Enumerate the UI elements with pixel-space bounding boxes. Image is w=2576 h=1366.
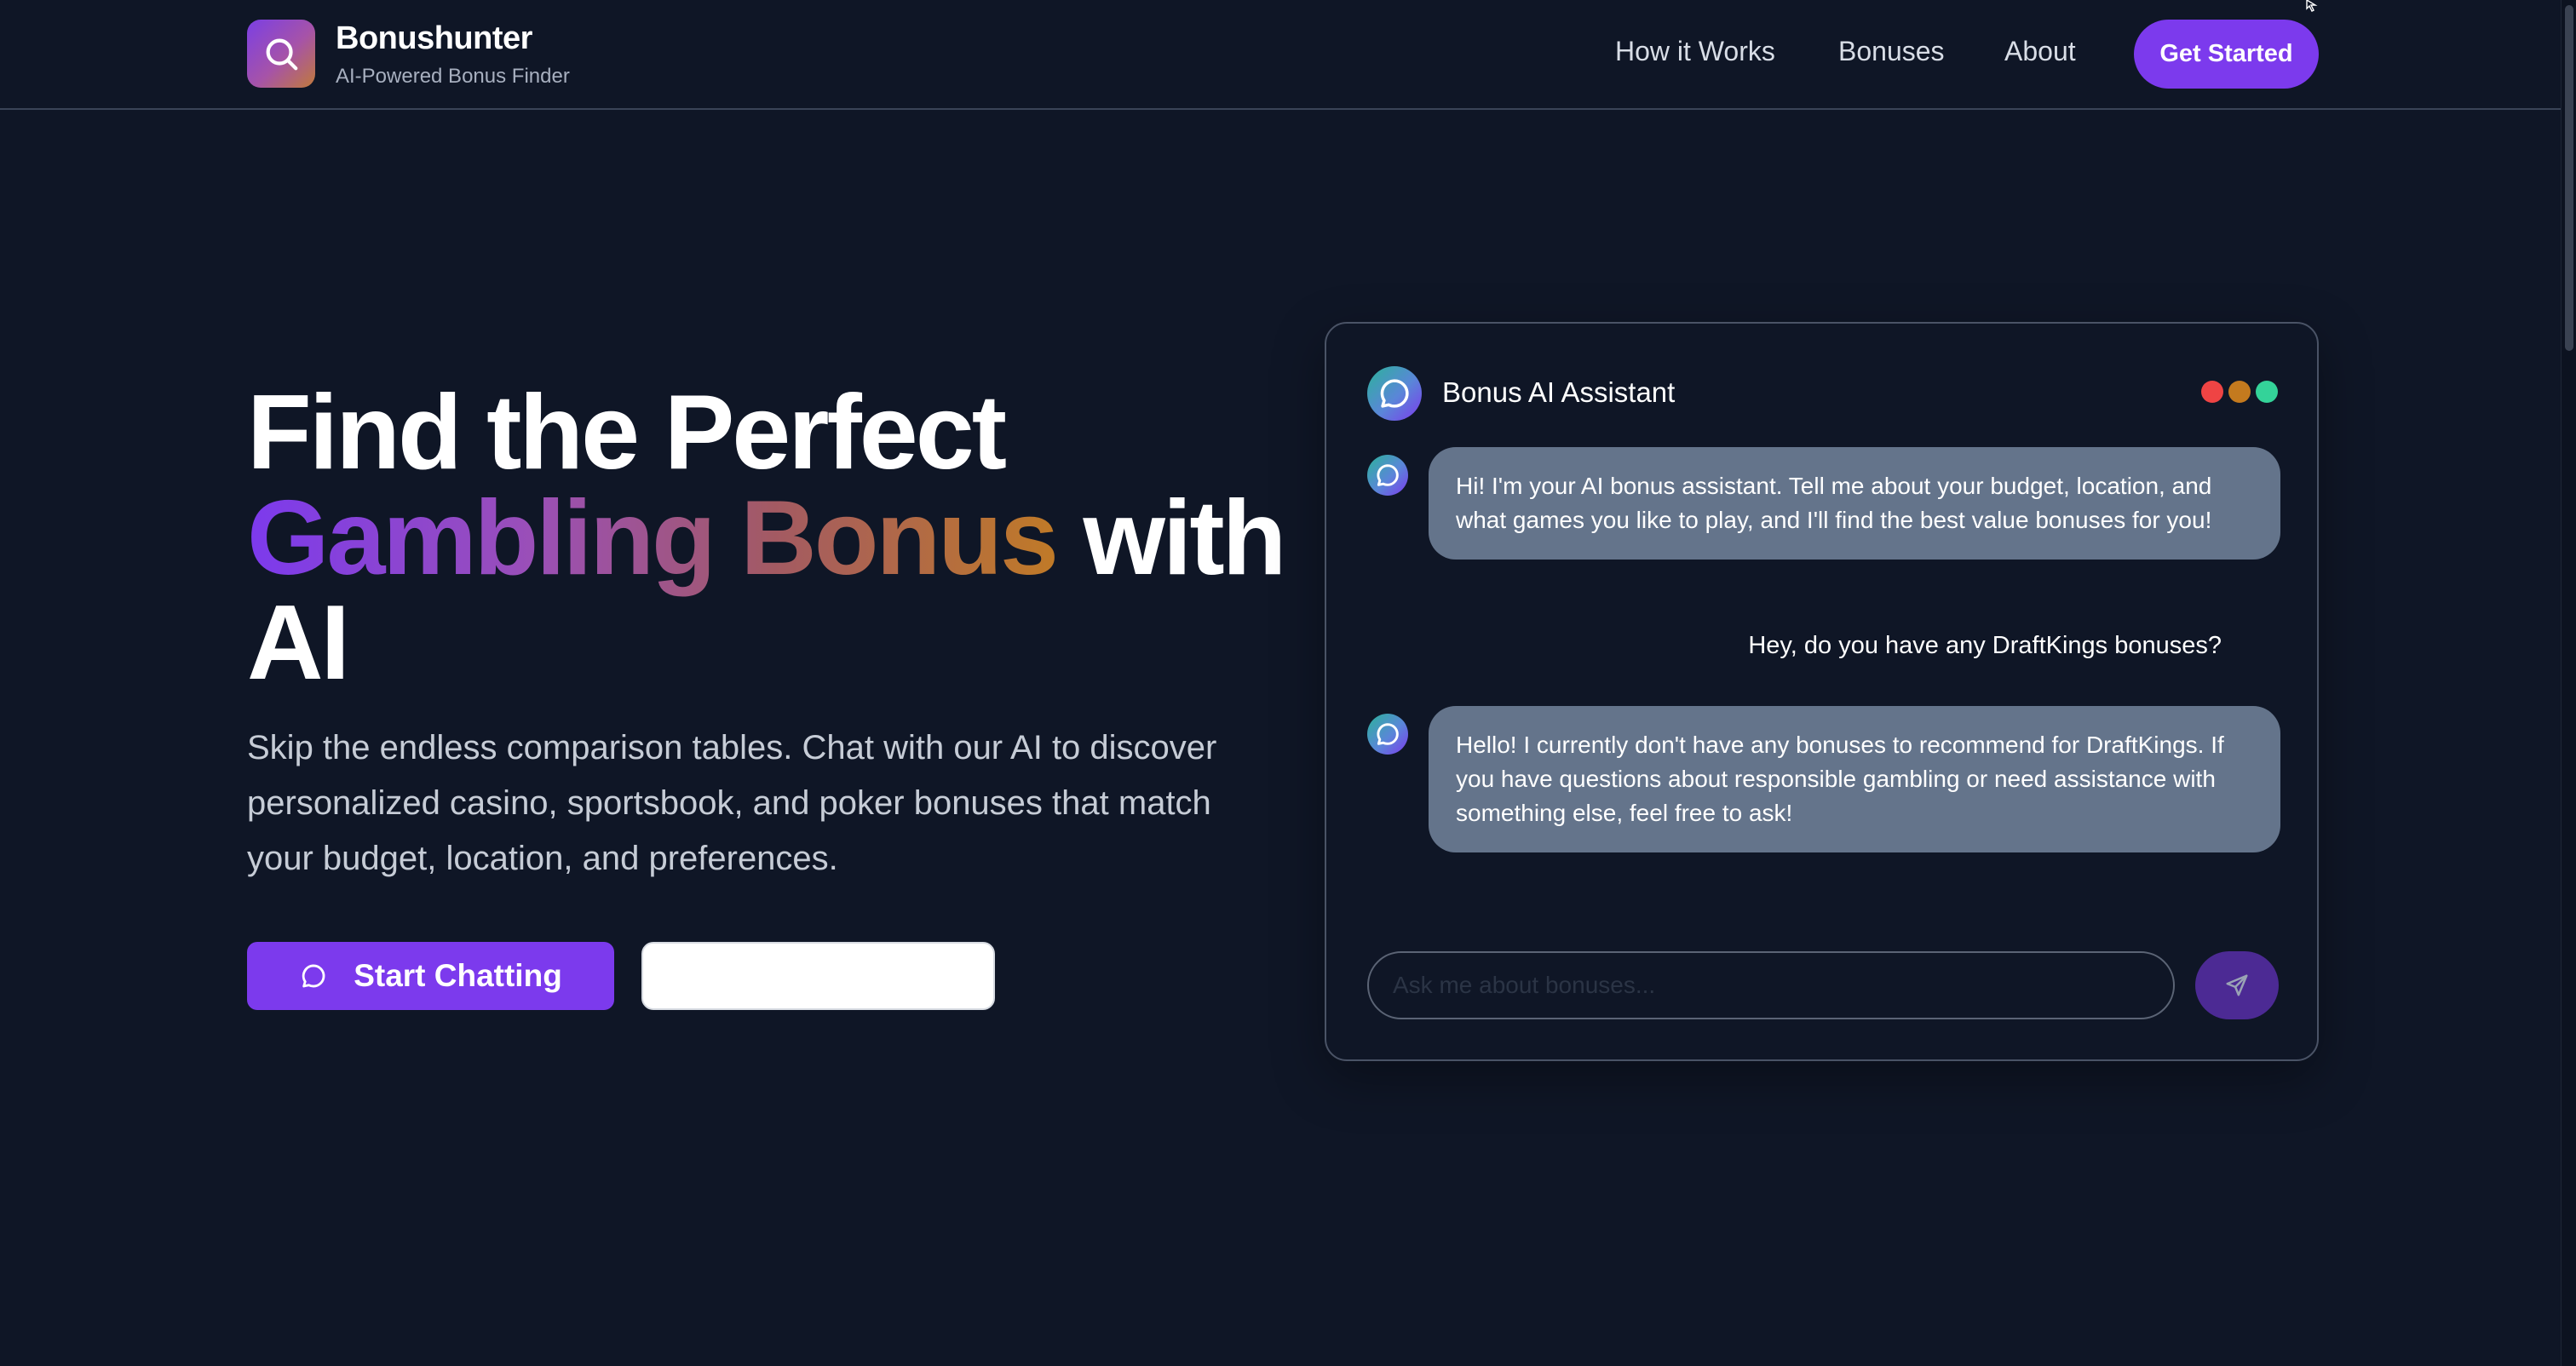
nav-bonuses[interactable]: Bonuses — [1838, 36, 1945, 67]
bot-message-avatar — [1367, 714, 1408, 755]
user-message: Hey, do you have any DraftKings bonuses? — [1748, 632, 2222, 659]
send-button[interactable] — [2195, 951, 2279, 1019]
start-chatting-button[interactable]: Start Chatting — [247, 942, 614, 1010]
chat-bubble-icon — [302, 964, 325, 988]
nav-how-it-works[interactable]: How it Works — [1615, 36, 1775, 67]
logo[interactable] — [247, 20, 315, 88]
send-icon — [2226, 974, 2248, 996]
window-dot-amber — [2228, 381, 2251, 403]
window-dot-green — [2256, 381, 2278, 403]
assistant-message: Hello! I currently don't have any bonuse… — [1429, 706, 2280, 852]
hero-title-line-3: AI — [247, 584, 350, 702]
chat-bubble-icon — [1377, 723, 1399, 745]
nav-about[interactable]: About — [2004, 36, 2076, 67]
get-started-button[interactable]: Get Started — [2134, 20, 2319, 89]
start-chatting-label: Start Chatting — [354, 958, 562, 993]
chat-bubble-icon — [1380, 379, 1409, 408]
assistant-avatar — [1367, 366, 1422, 421]
search-icon — [266, 38, 298, 71]
brand-tagline: AI-Powered Bonus Finder — [336, 65, 570, 88]
mouse-cursor-icon — [2306, 0, 2318, 12]
hero-title-with: with — [1083, 479, 1286, 597]
hero-subtitle: Skip the endless comparison tables. Chat… — [247, 729, 1217, 877]
scrollbar-thumb[interactable] — [2565, 5, 2573, 351]
hero-title-line-2: Gambling Bonus with — [247, 485, 1286, 591]
assistant-message: Hi! I'm your AI bonus assistant. Tell me… — [1429, 447, 2280, 560]
brand-name[interactable]: Bonushunter — [336, 20, 532, 57]
hero-title-highlight: Gambling Bonus — [247, 479, 1059, 597]
chat-title: Bonus AI Assistant — [1442, 376, 1676, 408]
site-header: Bonushunter AI-Powered Bonus Finder How … — [0, 0, 2576, 110]
page: Bonushunter AI-Powered Bonus Finder How … — [0, 0, 2576, 1366]
secondary-button[interactable] — [641, 942, 995, 1010]
hero-title-line-1: Find the Perfect — [247, 374, 1007, 491]
window-dot-red — [2201, 381, 2223, 403]
bot-message-avatar — [1367, 455, 1408, 496]
page-scrollbar[interactable] — [2561, 0, 2576, 1366]
chat-input[interactable] — [1367, 951, 2175, 1019]
chat-widget: Bonus AI Assistant Hi! I'm your AI bonus… — [1325, 322, 2319, 1061]
chat-bubble-icon — [1377, 464, 1399, 486]
